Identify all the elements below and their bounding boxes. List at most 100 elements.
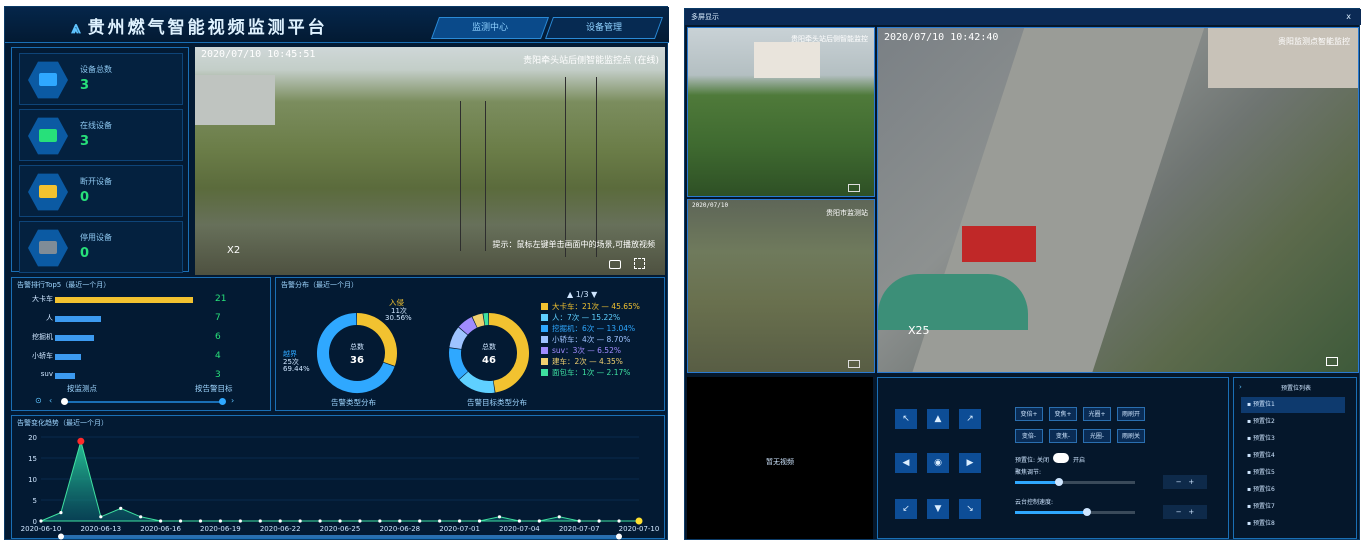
ptz-right-button[interactable]: ▶ [959, 453, 981, 473]
legend-item: 大卡车：21次 — 45.65% [541, 301, 640, 312]
ranking-by-point-button[interactable]: 按监测点 [67, 383, 97, 394]
chevron-right-icon[interactable]: › [231, 396, 234, 405]
camera-name: 贵阳监测点智能监控 [1278, 36, 1350, 47]
dashboard-title: ⩓贵州燃气智能视频监测平台 [71, 13, 328, 38]
ptz-function-button[interactable]: 变焦+ [1049, 407, 1077, 421]
speed-stepper[interactable]: − + [1163, 505, 1207, 519]
ptz-up-right-button[interactable]: ↗ [959, 409, 981, 429]
preset-list-item[interactable]: ▪ 预置位8 [1241, 516, 1345, 532]
slider-handle[interactable] [61, 398, 68, 405]
ranking-by-target-button[interactable]: 按告警目标 [195, 383, 233, 394]
stat-disconnected-devices: 断开设备 0 [19, 165, 183, 217]
donut2-slice [463, 322, 474, 330]
snapshot-icon[interactable] [609, 260, 621, 269]
rank-bar-label: 人 [15, 313, 53, 323]
donut2-total: 46 [482, 355, 496, 366]
camera-view-3[interactable]: 2020/07/10 10:42:40 贵阳监测点智能监控 X25 [877, 27, 1359, 373]
data-point [299, 519, 302, 522]
slider-track [63, 401, 223, 403]
ptz-down-right-button[interactable]: ↘ [959, 499, 981, 519]
data-point [558, 515, 561, 518]
legend-swatch [541, 303, 548, 310]
y-tick-label: 10 [28, 476, 37, 484]
focus-slider-handle[interactable] [1055, 478, 1063, 486]
ptz-down-button[interactable]: ▼ [927, 499, 949, 519]
video-building [195, 75, 275, 125]
data-point [159, 519, 162, 522]
snapshot-icon[interactable] [848, 360, 860, 368]
nav-device-label: 设备管理 [550, 18, 658, 38]
ptz-function-button[interactable]: 变倍+ [1015, 407, 1043, 421]
camera-view-1[interactable]: 贵阳牵头站后侧智能监控 [687, 27, 875, 197]
ranking-slider[interactable]: ⊙ ‹ › [35, 398, 245, 406]
legend-pager[interactable]: ▲ 1/3 ▼ [567, 290, 597, 299]
ptz-function-button[interactable]: 变焦- [1049, 429, 1077, 443]
speed-slider-fill [1015, 511, 1085, 514]
ptz-function-button[interactable]: 雨刷开 [1117, 407, 1145, 421]
ptz-up-left-button[interactable]: ↖ [895, 409, 917, 429]
ptz-up-button[interactable]: ▲ [927, 409, 949, 429]
dashboard-header: ⩓贵州燃气智能视频监测平台 监测中心 设备管理 [5, 7, 669, 43]
rank-bar-value: 3 [215, 370, 221, 380]
ptz-function-button[interactable]: 光圈+ [1083, 407, 1111, 421]
legend-item: suv：3次 — 6.52% [541, 345, 621, 356]
camera-view-2[interactable]: 2020/07/10 贵阳市监测站 [687, 199, 875, 373]
no-video-text: 暂无视频 [687, 457, 873, 467]
stat-label: 在线设备 [80, 120, 112, 131]
multiscreen-window: 多屏显示 x 贵阳牵头站后侧智能监控 2020/07/10 贵阳市监测站 202… [684, 8, 1360, 540]
ptz-function-button[interactable]: 变倍- [1015, 429, 1043, 443]
legend-swatch [541, 347, 548, 354]
rank-bar-value: 7 [215, 313, 221, 323]
legend-swatch [541, 336, 548, 343]
ptz-function-button[interactable]: 雨刷关 [1117, 429, 1145, 443]
stat-label: 停用设备 [80, 232, 112, 243]
x-tick-label: 2020-07-04 [499, 525, 540, 533]
data-point [119, 507, 122, 510]
nav-monitor-center[interactable]: 监测中心 [431, 17, 549, 39]
focus-stepper[interactable]: − + [1163, 475, 1207, 489]
donut2-slice [489, 319, 523, 387]
rank-bar-label: 大卡车 [15, 294, 53, 304]
y-tick-label: 15 [28, 455, 37, 463]
legend-item: 面包车：1次 — 2.17% [541, 367, 630, 378]
rank-bar-label: 挖掘机 [15, 332, 53, 342]
live-video[interactable]: 2020/07/10 10:45:51 贵阳牵头站后侧智能监控点 (在线) X2… [195, 47, 665, 275]
preset-list-item[interactable]: ▪ 预置位6 [1241, 482, 1345, 498]
focus-slider[interactable] [1015, 481, 1135, 484]
speed-slider-handle[interactable] [1083, 508, 1091, 516]
ptz-left-button[interactable]: ◀ [895, 453, 917, 473]
chevron-left-icon[interactable]: ‹ [49, 396, 52, 405]
preset-list-item[interactable]: ▪ 预置位2 [1241, 414, 1345, 430]
data-point [598, 519, 601, 522]
video-hint: 提示：鼠标左键单击画面中的场景,可播放视频 [492, 239, 655, 250]
preset-toggle[interactable] [1053, 453, 1069, 463]
x-tick-label: 2020-06-16 [140, 525, 181, 533]
nav-device-management[interactable]: 设备管理 [545, 17, 663, 39]
legend-item: 建车：2次 — 4.35% [541, 356, 623, 367]
close-button[interactable]: x [1346, 9, 1351, 25]
legend-item: 小轿车：4次 — 8.70% [541, 334, 630, 345]
slider-handle[interactable] [219, 398, 226, 405]
dashboard-panel: ⩓贵州燃气智能视频监测平台 监测中心 设备管理 设备总数 3 在线设备 3 断开… [4, 6, 668, 540]
preset-list-item[interactable]: ▪ 预置位4 [1241, 448, 1345, 464]
ptz-down-left-button[interactable]: ↙ [895, 499, 917, 519]
ptz-function-button[interactable]: 光圈- [1083, 429, 1111, 443]
chevron-right-icon[interactable]: › [1239, 383, 1242, 391]
preset-list-item[interactable]: ▪ 预置位1 [1241, 397, 1345, 413]
camera-icon [28, 60, 68, 100]
data-point [239, 519, 242, 522]
ptz-home-button[interactable]: ◉ [927, 453, 949, 473]
data-point [398, 519, 401, 522]
data-point [358, 519, 361, 522]
preset-list-item[interactable]: ▪ 预置位5 [1241, 465, 1345, 481]
preset-list-item[interactable]: ▪ 预置位3 [1241, 431, 1345, 447]
settings-icon[interactable]: ⊙ [35, 396, 42, 405]
camera-disabled-icon [28, 228, 68, 268]
preset-list-item[interactable]: ▪ 预置位7 [1241, 499, 1345, 515]
snapshot-icon[interactable] [1326, 357, 1338, 366]
snapshot-icon[interactable] [848, 184, 860, 192]
speed-slider[interactable] [1015, 511, 1135, 514]
camera-online-icon [28, 116, 68, 156]
fullscreen-icon[interactable] [634, 258, 645, 269]
data-point [498, 515, 501, 518]
